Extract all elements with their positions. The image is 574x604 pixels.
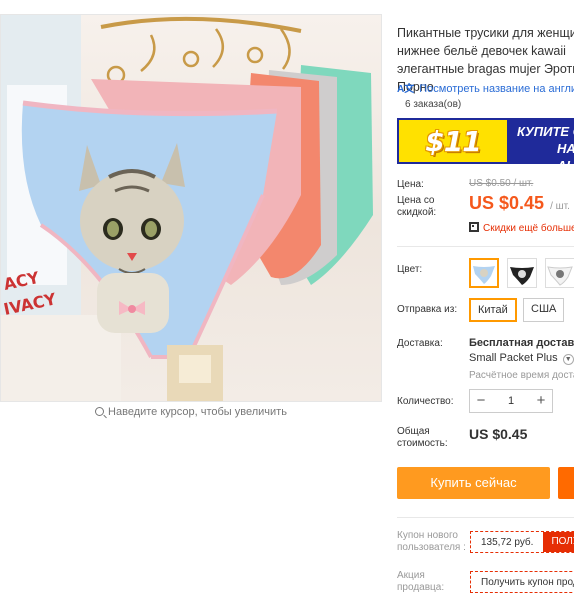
divider (397, 246, 574, 247)
total-label: Общая стоимость: (397, 426, 448, 449)
get-coupon-button[interactable]: ПОЛУЧИТЬ (543, 532, 574, 552)
quantity-minus-button[interactable]: − (470, 390, 492, 412)
seller-coupon[interactable]: Получить купон продавца (470, 571, 574, 593)
translate-link-text: Посмотреть название на английском (419, 83, 574, 95)
seller-promo-label: Акция продавца: (397, 570, 445, 593)
new-user-coupon[interactable]: 135,72 руб. ПОЛУЧИТЬ (470, 531, 574, 553)
translate-link[interactable]: A文 Посмотреть название на английском (397, 80, 574, 95)
shipping-time: Расчётное время доставки: 15-30 дней (469, 370, 574, 381)
color-label: Цвет: (397, 264, 423, 275)
translate-icon: A文 (397, 84, 415, 95)
shipping-free: Бесплатная доставка в Russian Federation (469, 337, 574, 349)
shipping-label: Доставка: (397, 338, 443, 349)
app-discount-link[interactable]: Скидки ещё больше в приложении (469, 222, 574, 234)
product-photo-illustration: ACY IVACY (1, 15, 373, 401)
zoom-hint: Наведите курсор, чтобы увеличить (0, 406, 382, 418)
product-details: Пикантные трусики для женщин, нижнее бел… (397, 0, 574, 604)
discount-price-value: US $0.45 (469, 193, 545, 213)
shipping-method-text: Small Packet Plus (469, 352, 558, 364)
new-user-coupon-value: 135,72 руб. (481, 536, 534, 548)
ship-from-label: Отправка из: (397, 304, 458, 315)
product-image[interactable]: ACY IVACY (0, 14, 382, 402)
promo-line-1: КУПИТЕ СЕЙЧАС (517, 124, 574, 139)
price-unit: / шт. (550, 201, 570, 212)
color-swatch-white[interactable] (545, 258, 574, 288)
quantity-input[interactable]: 1 (492, 395, 530, 407)
magnifier-icon (95, 407, 105, 416)
zoom-hint-text: Наведите курсор, чтобы увеличить (108, 406, 287, 418)
discount-price: US $0.45 / шт. (469, 193, 570, 214)
quantity-stepper: − 1 + (469, 389, 553, 413)
shipping-method-select[interactable]: Small Packet Plus ▼ (469, 352, 574, 365)
promo-text: КУПИТЕ СЕЙЧАС НА ALIEXPRESS (517, 123, 574, 164)
promo-banner[interactable]: $11 КУПИТЕ СЕЙЧАС НА ALIEXPRESS (397, 118, 574, 164)
orders-count: 6 заказа(ов) (405, 99, 462, 110)
new-user-coupon-label: Купон нового пользователя : (397, 530, 466, 553)
discount-price-label: Цена со скидкой: (397, 195, 437, 218)
total-value: US $0.45 (469, 426, 528, 442)
qr-code-icon (469, 222, 479, 232)
seller-coupon-text: Получить купон продавца (481, 576, 574, 588)
chevron-down-icon: ▼ (562, 354, 574, 365)
promo-price-box: $11 (399, 120, 507, 162)
promo-line-2: НА ALIEXPRESS (557, 141, 574, 164)
ship-from-china[interactable]: Китай (469, 298, 517, 322)
old-price: US $0.50 / шт. (469, 178, 534, 189)
color-swatch-blue[interactable] (469, 258, 499, 288)
ship-from-usa[interactable]: США (523, 298, 565, 322)
quantity-plus-button[interactable]: + (530, 390, 552, 412)
color-swatch-black[interactable] (507, 258, 537, 288)
promo-price: $11 (425, 124, 481, 158)
divider (397, 517, 574, 518)
buy-now-button[interactable]: Купить сейчас (397, 467, 550, 499)
price-label: Цена: (397, 179, 424, 190)
quantity-label: Количество: (397, 396, 454, 407)
add-to-cart-button[interactable] (558, 467, 574, 499)
app-discount-text: Скидки ещё больше в приложении (483, 223, 574, 234)
